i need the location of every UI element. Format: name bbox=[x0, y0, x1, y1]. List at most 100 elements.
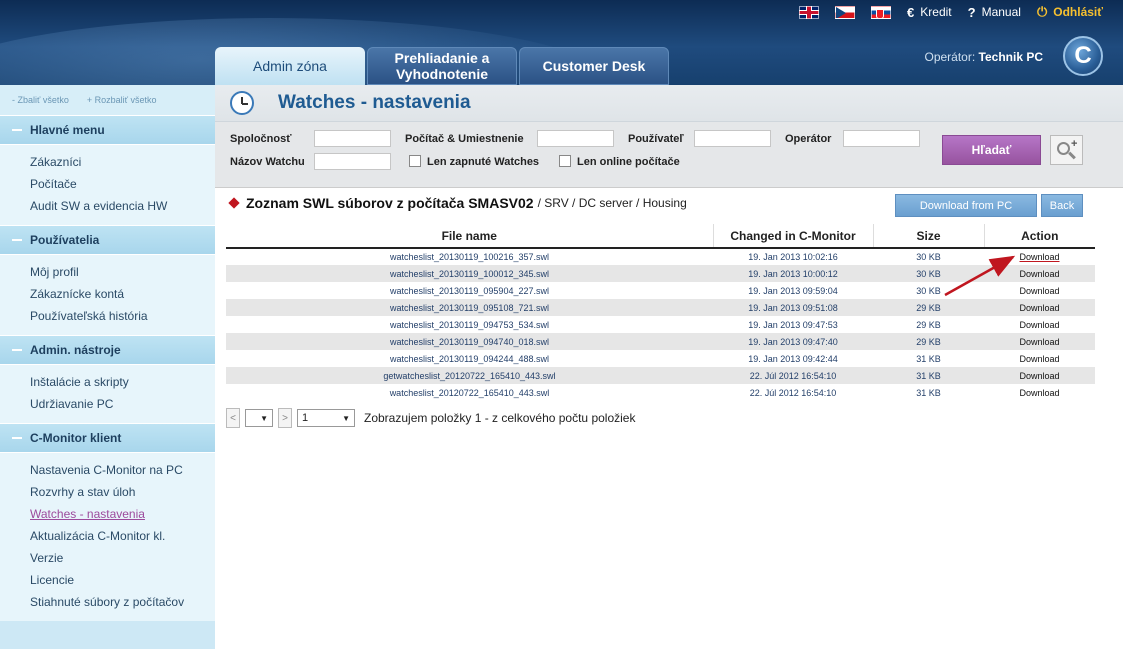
next-page-button[interactable]: > bbox=[278, 408, 292, 428]
app-header: € Kredit ? Manual ⏻ Odhlásiť Admin zóna … bbox=[0, 0, 1123, 85]
main-content: Watches - nastavenia Spoločnosť Počítač … bbox=[215, 85, 1123, 649]
changed-cell: 19. Jan 2013 09:47:40 bbox=[713, 333, 873, 350]
download-link[interactable]: Download bbox=[984, 367, 1095, 384]
table-row: watcheslist_20130119_095108_721.swl 19. … bbox=[226, 299, 1095, 316]
watch-name-input[interactable] bbox=[314, 153, 391, 170]
operator-input[interactable] bbox=[843, 130, 920, 147]
computer-input[interactable] bbox=[537, 130, 614, 147]
download-from-pc-button[interactable]: Download from PC bbox=[895, 194, 1037, 217]
back-button[interactable]: Back bbox=[1041, 194, 1083, 217]
diamond-icon bbox=[228, 197, 240, 209]
only-online-checkbox[interactable] bbox=[559, 155, 571, 167]
sidebar-item-nastavenia[interactable]: Nastavenia C-Monitor na PC bbox=[30, 459, 215, 481]
question-icon: ? bbox=[967, 4, 976, 20]
kredit-link[interactable]: € Kredit bbox=[907, 5, 952, 20]
c-monitor-logo[interactable]: C bbox=[1063, 36, 1103, 76]
changed-cell: 19. Jan 2013 10:02:16 bbox=[713, 248, 873, 265]
user-input[interactable] bbox=[694, 130, 771, 147]
chevron-down-icon: ▼ bbox=[260, 413, 268, 423]
per-page-select[interactable]: 1 ▼ bbox=[297, 409, 355, 427]
column-action: Action bbox=[984, 224, 1095, 249]
sidebar-item-aktualizacia[interactable]: Aktualizácia C-Monitor kl. bbox=[30, 525, 215, 547]
changed-cell: 19. Jan 2013 09:42:44 bbox=[713, 350, 873, 367]
logout-link[interactable]: ⏻ Odhlásiť bbox=[1037, 4, 1103, 20]
sidebar-section-pouzivatelia[interactable]: Používatelia bbox=[0, 225, 215, 255]
sidebar-item-zakaznici[interactable]: Zákazníci bbox=[30, 151, 215, 173]
table-row: watcheslist_20130119_094244_488.swl 19. … bbox=[226, 350, 1095, 367]
table-row: watcheslist_20130119_094753_534.swl 19. … bbox=[226, 316, 1095, 333]
size-cell: 31 KB bbox=[873, 384, 984, 401]
sidebar-item-rozvrhy[interactable]: Rozvrhy a stav úloh bbox=[30, 481, 215, 503]
pager-summary: Zobrazujem položky 1 - z celkového počtu… bbox=[364, 411, 636, 425]
table-row: watcheslist_20130119_100216_357.swl 19. … bbox=[226, 248, 1095, 265]
size-cell: 29 KB bbox=[873, 316, 984, 333]
download-link[interactable]: Download bbox=[984, 384, 1095, 401]
page-title-bar: Watches - nastavenia bbox=[215, 85, 1123, 122]
sidebar-section-body: Inštalácie a skripty Udržiavanie PC bbox=[0, 365, 215, 423]
sidebar-item-licencie[interactable]: Licencie bbox=[30, 569, 215, 591]
size-cell: 31 KB bbox=[873, 367, 984, 384]
size-cell: 29 KB bbox=[873, 333, 984, 350]
power-icon: ⏻ bbox=[1036, 4, 1048, 19]
sidebar-item-pocitace[interactable]: Počítače bbox=[30, 173, 215, 195]
sidebar-item-audit[interactable]: Audit SW a evidencia HW bbox=[30, 195, 215, 217]
advanced-search-button[interactable]: + bbox=[1050, 135, 1083, 165]
page-select[interactable]: ▼ bbox=[245, 409, 273, 427]
sidebar-toggle-bar: - Zbaliť všetko + Rozbaliť všetko bbox=[0, 85, 215, 115]
download-link[interactable]: Download bbox=[984, 333, 1095, 350]
search-button[interactable]: Hľadať bbox=[942, 135, 1041, 165]
download-link[interactable]: Download bbox=[984, 299, 1095, 316]
sidebar-section-c-monitor-klient[interactable]: C-Monitor klient bbox=[0, 423, 215, 453]
sidebar-item-watches[interactable]: Watches - nastavenia bbox=[30, 503, 215, 525]
sidebar-item-verzie[interactable]: Verzie bbox=[30, 547, 215, 569]
download-link[interactable]: Download bbox=[984, 265, 1095, 282]
changed-cell: 22. Júl 2012 16:54:10 bbox=[713, 367, 873, 384]
company-input[interactable] bbox=[314, 130, 391, 147]
operator-label: Operátor bbox=[785, 133, 832, 145]
sidebar-section-hlavne-menu[interactable]: Hlavné menu bbox=[0, 115, 215, 145]
company-label: Spoločnosť bbox=[230, 133, 292, 145]
size-cell: 30 KB bbox=[873, 248, 984, 265]
sidebar-item-instalacie[interactable]: Inštalácie a skripty bbox=[30, 371, 215, 393]
file-name-cell: watcheslist_20120722_165410_443.swl bbox=[226, 384, 713, 401]
collapse-all-link[interactable]: - Zbaliť všetko bbox=[12, 95, 69, 105]
sidebar-item-moj-profil[interactable]: Môj profil bbox=[30, 261, 215, 283]
changed-cell: 19. Jan 2013 09:51:08 bbox=[713, 299, 873, 316]
download-link[interactable]: Download bbox=[984, 282, 1095, 299]
watch-name-label: Názov Watchu bbox=[230, 156, 305, 168]
collapse-dash-icon bbox=[12, 437, 22, 439]
sidebar-section-admin-nastroje[interactable]: Admin. nástroje bbox=[0, 335, 215, 365]
top-bar: € Kredit ? Manual ⏻ Odhlásiť bbox=[799, 3, 1103, 21]
sidebar-item-historia[interactable]: Používateľská história bbox=[30, 305, 215, 327]
download-link[interactable]: Download bbox=[984, 316, 1095, 333]
download-link[interactable]: Download bbox=[984, 350, 1095, 367]
page-title: Watches - nastavenia bbox=[278, 92, 471, 113]
sidebar-item-zakaznicke-konta[interactable]: Zákaznícke kontá bbox=[30, 283, 215, 305]
file-name-cell: watcheslist_20130119_095904_227.swl bbox=[226, 282, 713, 299]
chevron-down-icon: ▼ bbox=[342, 413, 350, 423]
file-name-cell: watcheslist_20130119_094244_488.swl bbox=[226, 350, 713, 367]
table-row: watcheslist_20130119_100012_345.swl 19. … bbox=[226, 265, 1095, 282]
sidebar-item-udrziavanie[interactable]: Udržiavanie PC bbox=[30, 393, 215, 415]
table-row: watcheslist_20120722_165410_443.swl 22. … bbox=[226, 384, 1095, 401]
download-link[interactable]: Download bbox=[984, 248, 1095, 265]
operator-name: Technik PC bbox=[978, 50, 1043, 64]
flag-cz-icon[interactable] bbox=[835, 5, 856, 19]
tab-prehliadanie[interactable]: Prehliadanie a Vyhodnotenie bbox=[367, 47, 517, 85]
column-file-name[interactable]: File name bbox=[226, 224, 714, 249]
sidebar-item-stiahnute[interactable]: Stiahnuté súbory z počítačov bbox=[30, 591, 215, 613]
prev-page-button[interactable]: < bbox=[226, 408, 240, 428]
tab-customer-desk[interactable]: Customer Desk bbox=[519, 47, 669, 85]
location-breadcrumb: / SRV / DC server / Housing bbox=[537, 196, 687, 210]
flag-sk-icon[interactable] bbox=[871, 5, 892, 19]
collapse-dash-icon bbox=[12, 349, 22, 351]
expand-all-link[interactable]: + Rozbaliť všetko bbox=[87, 95, 157, 105]
flag-uk-icon[interactable] bbox=[799, 5, 820, 19]
collapse-dash-icon bbox=[12, 239, 22, 241]
manual-link[interactable]: ? Manual bbox=[968, 5, 1021, 20]
only-enabled-checkbox[interactable] bbox=[409, 155, 421, 167]
sidebar-section-body: Nastavenia C-Monitor na PC Rozvrhy a sta… bbox=[0, 453, 215, 621]
column-size[interactable]: Size bbox=[873, 224, 985, 249]
column-changed[interactable]: Changed in C-Monitor bbox=[713, 224, 874, 249]
tab-admin-zona[interactable]: Admin zóna bbox=[215, 47, 365, 85]
